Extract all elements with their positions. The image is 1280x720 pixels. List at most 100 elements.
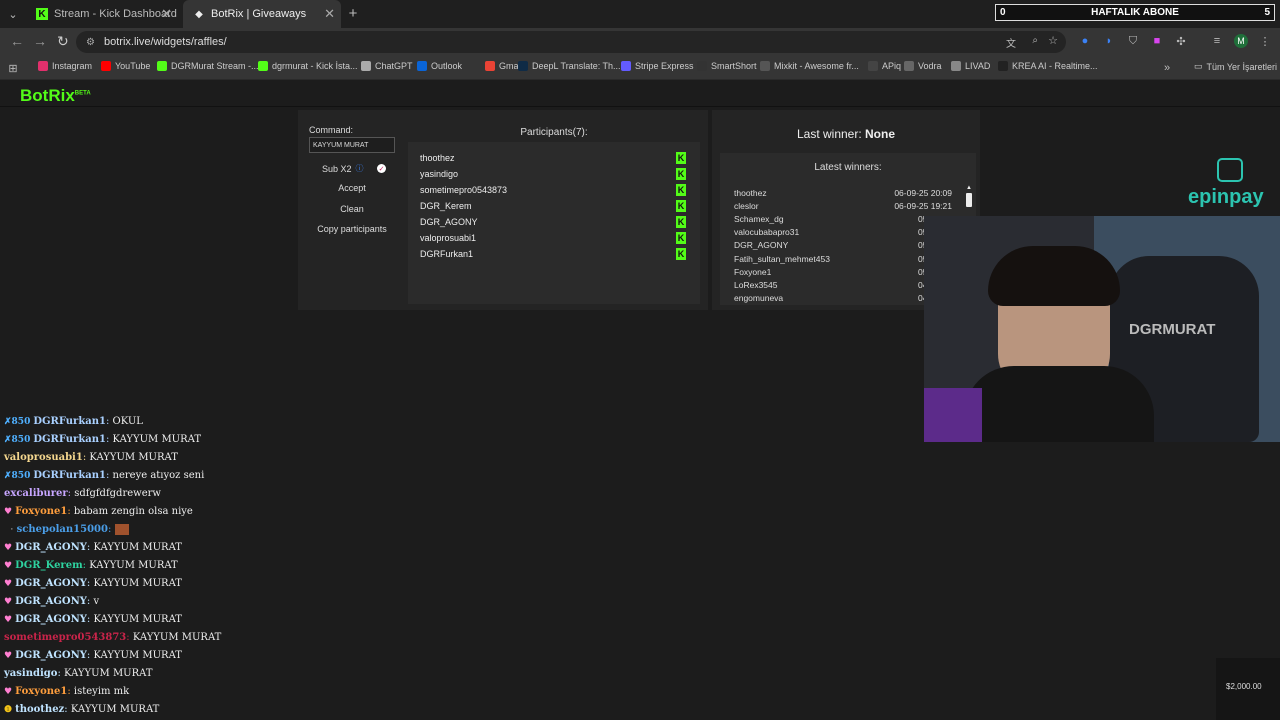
address-bar[interactable]: ⚙ botrix.live/widgets/raffles/ 文 ⌕ ☆ <box>76 31 1066 53</box>
chat-message: ✗850 DGRFurkan1: nereye atıyoz seni <box>4 467 424 485</box>
chat-username[interactable]: DGR_AGONY <box>15 596 87 607</box>
chat-username[interactable]: yasindigo <box>4 668 57 679</box>
kick-icon: K <box>676 248 686 260</box>
sub-badge-icon: ✗850 <box>4 417 31 427</box>
participant-row[interactable]: valoprosuabi1 K <box>408 230 700 246</box>
bookmark-item[interactable]: dgrmurat - Kick İsta... <box>258 61 358 71</box>
bookmark-item[interactable]: Instagram <box>38 61 92 71</box>
bookmark-item[interactable]: Mixkit - Awesome fr... <box>760 61 859 71</box>
extension-icon[interactable]: ◗ <box>1102 34 1116 48</box>
close-icon[interactable]: ✕ <box>324 6 335 22</box>
avatar[interactable]: M <box>1234 34 1248 48</box>
chat-username[interactable]: DGRFurkan1 <box>33 416 106 427</box>
chat-text: KAYYUM MURAT <box>93 650 182 661</box>
winner-name: thoothez <box>734 187 767 198</box>
bookmark-item[interactable]: Outlook <box>417 61 462 71</box>
more-bookmarks-icon[interactable]: » <box>1160 61 1174 75</box>
latest-winners-title: Latest winners: <box>814 162 882 173</box>
bookmark-item[interactable]: DGRMurat Stream -... <box>157 61 259 71</box>
beta-badge: BETA <box>74 90 91 97</box>
site-info-icon[interactable]: ⚙ <box>86 37 95 48</box>
last-winner: Last winner: None <box>712 127 980 141</box>
participants-title: Participants(7): <box>520 127 588 138</box>
copy-participants-button[interactable]: Copy participants <box>309 224 395 234</box>
participant-name: valoprosuabi1 <box>420 233 477 243</box>
donation-box: $2,000.00 <box>1216 658 1280 720</box>
chat-username[interactable]: DGR_AGONY <box>15 542 87 553</box>
extension-icon[interactable]: ● <box>1078 34 1092 48</box>
bookmark-item[interactable]: Stripe Express <box>621 61 694 71</box>
apps-icon[interactable]: ⊞ <box>6 61 20 75</box>
heart-badge-icon: ♥ <box>4 507 13 517</box>
chat-username[interactable]: excaliburer <box>4 488 68 499</box>
chat-username[interactable]: schepolan15000 <box>17 524 108 535</box>
back-icon[interactable]: ← <box>10 33 24 49</box>
chat-text: KAYYUM MURAT <box>132 632 222 643</box>
bookmark-icon <box>101 61 111 71</box>
kick-icon: K <box>676 184 686 196</box>
bookmark-item[interactable]: LIVAD <box>951 61 990 71</box>
chat-username[interactable]: DGR_Kerem <box>15 560 83 571</box>
all-bookmarks-label: Tüm Yer İşaretleri <box>1206 61 1278 72</box>
chat-message: ♥ DGR_AGONY: v <box>4 593 424 611</box>
chat-message: ❶ thoothez: KAYYUM MURAT <box>4 701 424 719</box>
bookmark-item[interactable]: Gmail <box>485 61 523 71</box>
close-icon[interactable]: ✕ <box>161 6 172 22</box>
translate-icon[interactable]: 文 <box>1006 35 1016 50</box>
participant-row[interactable]: DGR_Kerem K <box>408 198 700 214</box>
chat-username[interactable]: Foxyone1 <box>15 506 67 517</box>
winner-row: thoothez 06-09-25 20:09 <box>720 186 976 199</box>
participant-row[interactable]: DGR_AGONY K <box>408 214 700 230</box>
winners-scrollbar[interactable] <box>966 193 972 207</box>
clean-button[interactable]: Clean <box>309 204 395 214</box>
participants-list: thoothez Kyasindigo Ksometimepro0543873 K DG… <box>408 142 700 304</box>
chat-username[interactable]: sometimepro0543873 <box>4 632 126 643</box>
bookmark-item[interactable]: DeepL Translate: Th... <box>518 61 621 71</box>
raffle-control-panel: Command: KAYYUM MURAT Sub X2 ⓘ ✓ Accept … <box>298 110 708 310</box>
tab-search-icon[interactable]: ⌄ <box>6 7 20 21</box>
chat-text: sdfgfdfgdrewerw <box>74 488 161 499</box>
chat-username[interactable]: DGR_AGONY <box>15 614 87 625</box>
chat-username[interactable]: Foxyone1 <box>15 686 67 697</box>
sub-x2-checkbox[interactable]: ✓ <box>377 164 386 173</box>
chat-username[interactable]: DGRFurkan1 <box>33 434 106 445</box>
participant-row[interactable]: DGRFurkan1 K <box>408 246 700 262</box>
media-icon[interactable]: ≡ <box>1210 34 1224 48</box>
accept-button[interactable]: Accept <box>309 183 395 193</box>
bookmark-item[interactable]: YouTube <box>101 61 150 71</box>
winner-name: cleslor <box>734 200 759 211</box>
chat-username[interactable]: DGR_AGONY <box>15 578 87 589</box>
bookmark-item[interactable]: ChatGPT <box>361 61 413 71</box>
zoom-icon[interactable]: ⌕ <box>1032 35 1038 46</box>
new-tab-icon[interactable]: + <box>346 5 360 22</box>
participant-row[interactable]: yasindigo K <box>408 166 700 182</box>
chat-username[interactable]: DGR_AGONY <box>15 650 87 661</box>
forward-icon[interactable]: → <box>33 33 47 49</box>
bookmark-item[interactable]: SmartShort <box>697 61 757 71</box>
participant-name: DGRFurkan1 <box>420 249 474 259</box>
tab-botrix-giveaways[interactable]: ◆ BotRix | Giveaways ✕ <box>183 0 341 28</box>
command-input[interactable]: KAYYUM MURAT <box>309 137 395 153</box>
star-icon[interactable]: ☆ <box>1048 34 1058 47</box>
bookmark-item[interactable]: Vodra <box>904 61 942 71</box>
puzzle-icon[interactable]: ✣ <box>1174 34 1188 48</box>
chat-username[interactable]: valoprosuabi1 <box>4 452 83 463</box>
participant-row[interactable]: sometimepro0543873 K <box>408 182 700 198</box>
menu-icon[interactable]: ⋮ <box>1258 34 1272 48</box>
all-bookmarks-folder[interactable]: ▭ Tüm Yer İşaretleri <box>1194 61 1277 72</box>
chat-username[interactable]: thoothez <box>15 704 64 715</box>
bookmark-item[interactable]: KREA AI - Realtime... <box>998 61 1098 71</box>
reload-icon[interactable]: ↻ <box>57 33 69 50</box>
scroll-up-icon[interactable]: ▲ <box>966 185 972 191</box>
tab-kick-dashboard[interactable]: K Stream - Kick Dashboard ✕ <box>26 3 178 25</box>
logo-text: BotRix <box>20 86 75 105</box>
shield-icon[interactable]: ⛉ <box>1126 34 1140 48</box>
chat-text: KAYYUM MURAT <box>93 614 182 625</box>
chat-username[interactable]: DGRFurkan1 <box>33 470 106 481</box>
participant-row[interactable]: thoothez K <box>408 150 700 166</box>
botrix-logo[interactable]: BotRixBETA <box>20 86 91 106</box>
extension-icon[interactable]: ■ <box>1150 34 1164 48</box>
bookmark-item[interactable]: APiq <box>868 61 901 71</box>
bookmark-label: Instagram <box>52 61 93 71</box>
emote-icon <box>114 524 129 535</box>
